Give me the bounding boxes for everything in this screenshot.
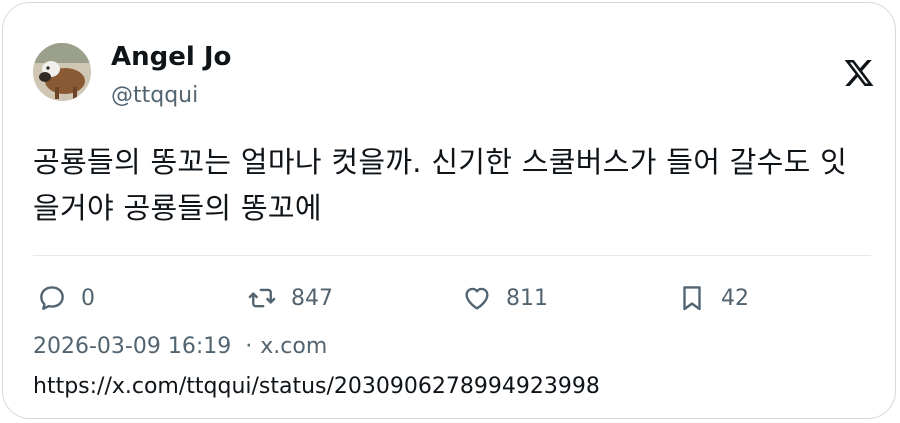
meta-separator: ·	[245, 334, 253, 359]
speech-bubble-icon	[40, 286, 64, 310]
like-count: 811	[506, 285, 548, 311]
tweet-card: Angel Jo @ttqqui 공룡들의 똥꼬는 얼마나 컷을까. 신기한 스…	[2, 2, 896, 419]
bookmark-icon	[683, 286, 701, 311]
tweet-text: 공룡들의 똥꼬는 얼마나 컷을까. 신기한 스쿨버스가 들어 갈수도 잇을거야 …	[33, 145, 848, 225]
retweet-arrows-icon	[248, 288, 276, 308]
x-logo-icon[interactable]	[843, 57, 875, 89]
like-button[interactable]: 811	[462, 281, 548, 315]
bookmark-count: 42	[721, 285, 749, 311]
reply-button[interactable]: 0	[37, 281, 95, 315]
retweet-count: 847	[291, 285, 333, 311]
reply-count: 0	[81, 285, 95, 311]
author-handle[interactable]: @ttqqui	[111, 81, 198, 111]
tweet-meta: 2026-03-09 16:19 · x.com	[33, 331, 327, 363]
avatar-image	[33, 43, 91, 101]
source-domain[interactable]: x.com	[260, 334, 327, 359]
tweet-url[interactable]: https://x.com/ttqqui/status/203090627899…	[33, 371, 600, 403]
divider	[33, 255, 871, 256]
author-display-name[interactable]: Angel Jo	[111, 39, 231, 75]
retweet-button[interactable]: 847	[247, 281, 333, 315]
bookmark-button[interactable]: 42	[677, 281, 749, 315]
heart-icon	[465, 287, 489, 310]
avatar[interactable]	[33, 43, 91, 101]
timestamp[interactable]: 2026-03-09 16:19	[33, 334, 231, 359]
